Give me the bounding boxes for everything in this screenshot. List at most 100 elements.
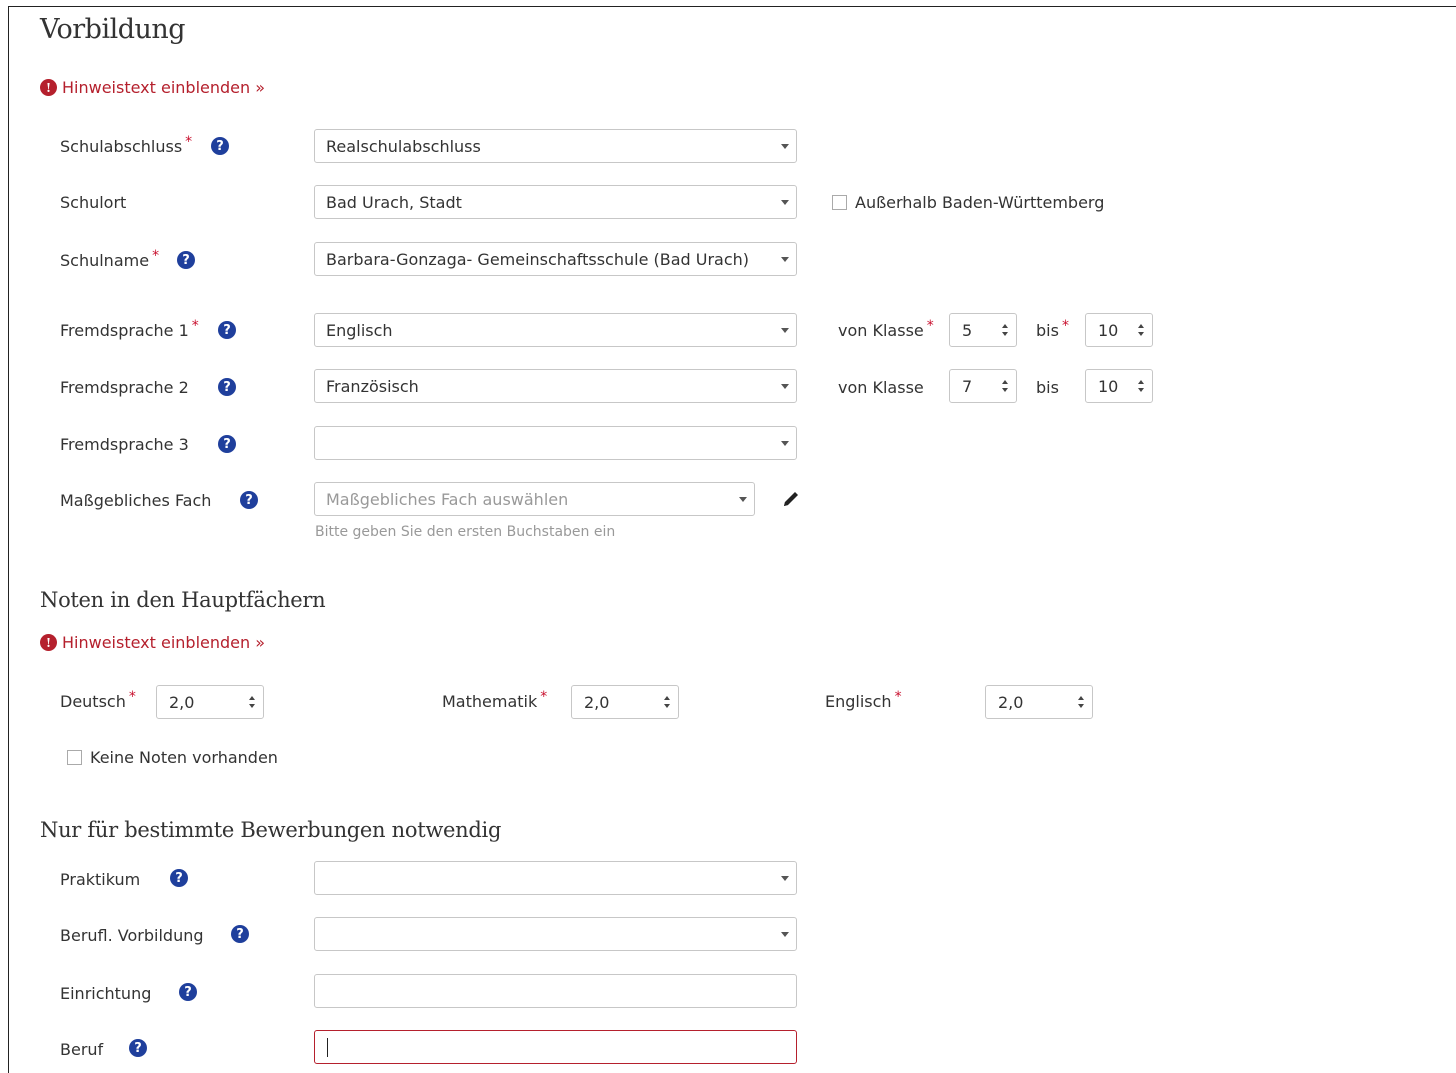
required-star: *: [128, 688, 136, 705]
question-circle-icon[interactable]: ?: [218, 435, 236, 453]
spinner-arrows-icon[interactable]: [1002, 324, 1008, 336]
label-text: bis: [1036, 321, 1059, 340]
chevron-down-icon: [739, 496, 747, 502]
chevron-down-icon: [781, 931, 789, 937]
required-star: *: [540, 688, 548, 705]
label-einrichtung: Einrichtung: [60, 984, 152, 1003]
label-von-klasse-2: von Klasse: [838, 378, 924, 397]
select-berufl-vorbildung[interactable]: [314, 917, 797, 951]
input-einrichtung[interactable]: [314, 974, 797, 1008]
checkbox-box[interactable]: [67, 750, 82, 765]
spinner-value: 2,0: [998, 692, 1024, 712]
hint-link-text: Hinweistext einblenden »: [62, 78, 266, 97]
exclamation-circle-icon: !: [40, 79, 57, 96]
question-circle-icon[interactable]: ?: [129, 1039, 147, 1057]
label-text: Mathematik: [442, 692, 538, 711]
checkbox-ausserhalb-bw[interactable]: Außerhalb Baden-Württemberg: [832, 193, 1104, 212]
spinner-value: 2,0: [169, 692, 195, 712]
checkbox-label: Keine Noten vorhanden: [90, 748, 278, 767]
spinner-arrows-icon[interactable]: [249, 696, 255, 708]
label-praktikum: Praktikum: [60, 870, 141, 889]
spinner-bis-klasse-2[interactable]: 10: [1085, 369, 1153, 403]
spinner-value: 5: [962, 320, 973, 340]
spinner-deutsch[interactable]: 2,0: [156, 685, 264, 719]
label-beruf: Beruf: [60, 1040, 104, 1059]
checkbox-box[interactable]: [832, 195, 847, 210]
fach-help-note: Bitte geben Sie den ersten Buchstaben ei…: [315, 524, 616, 540]
spinner-von-klasse-1[interactable]: 5: [949, 313, 1017, 347]
label-text: von Klasse: [838, 321, 924, 340]
select-fremdsprache-1[interactable]: Englisch: [314, 313, 797, 347]
spinner-arrows-icon[interactable]: [1138, 324, 1144, 336]
spinner-arrows-icon[interactable]: [1138, 380, 1144, 392]
spinner-mathematik[interactable]: 2,0: [571, 685, 679, 719]
input-beruf[interactable]: [314, 1030, 797, 1064]
label-deutsch: Deutsch *: [60, 688, 136, 712]
chevron-down-icon: [781, 256, 789, 262]
label-bis-2: bis: [1036, 378, 1059, 397]
required-star: *: [152, 247, 160, 264]
spinner-value: 10: [1098, 376, 1119, 396]
text-cursor: [327, 1038, 328, 1057]
question-circle-icon[interactable]: ?: [218, 321, 236, 339]
select-value: Englisch: [326, 320, 393, 340]
spinner-bis-klasse-1[interactable]: 10: [1085, 313, 1153, 347]
label-von-klasse-1: von Klasse *: [838, 317, 934, 341]
label-massgebliches-fach: Maßgebliches Fach: [60, 491, 212, 510]
form-frame: [8, 6, 1456, 1073]
question-circle-icon[interactable]: ?: [218, 378, 236, 396]
hint-toggle-vorbildung[interactable]: ! Hinweistext einblenden »: [40, 78, 265, 97]
label-fremdsprache-2: Fremdsprache 2: [60, 378, 189, 397]
select-schulabschluss[interactable]: Realschulabschluss: [314, 129, 797, 163]
select-schulname[interactable]: Barbara-Gonzaga- Gemeinschaftsschule (Ba…: [314, 242, 797, 276]
select-praktikum[interactable]: [314, 861, 797, 895]
select-massgebliches-fach[interactable]: Maßgebliches Fach auswählen: [314, 482, 755, 516]
chevron-down-icon: [781, 143, 789, 149]
question-circle-icon[interactable]: ?: [177, 251, 195, 269]
label-text: Schulname: [60, 251, 150, 270]
spinner-arrows-icon[interactable]: [664, 696, 670, 708]
hint-toggle-noten[interactable]: ! Hinweistext einblenden »: [40, 633, 265, 652]
question-circle-icon[interactable]: ?: [240, 491, 258, 509]
section-title-bewerbungen: Nur für bestimmte Bewerbungen notwendig: [40, 818, 502, 842]
label-fremdsprache-3: Fremdsprache 3: [60, 435, 189, 454]
label-fremdsprache-1: Fremdsprache 1 *: [60, 317, 199, 341]
spinner-englisch[interactable]: 2,0: [985, 685, 1093, 719]
question-circle-icon[interactable]: ?: [179, 983, 197, 1001]
hint-link-text: Hinweistext einblenden »: [62, 633, 266, 652]
label-berufl-vorbildung: Berufl. Vorbildung: [60, 926, 204, 945]
section-title-vorbildung: Vorbildung: [40, 14, 186, 45]
label-englisch: Englisch *: [825, 688, 902, 712]
label-text: Deutsch: [60, 692, 126, 711]
chevron-down-icon: [781, 383, 789, 389]
label-text: Schulabschluss: [60, 137, 183, 156]
chevron-down-icon: [781, 875, 789, 881]
question-circle-icon[interactable]: ?: [211, 137, 229, 155]
question-circle-icon[interactable]: ?: [170, 869, 188, 887]
required-star: *: [185, 133, 193, 150]
checkbox-keine-noten[interactable]: Keine Noten vorhanden: [67, 748, 278, 767]
select-value: Französisch: [326, 376, 419, 396]
select-schulort[interactable]: Bad Urach, Stadt: [314, 185, 797, 219]
spinner-von-klasse-2[interactable]: 7: [949, 369, 1017, 403]
select-value: Barbara-Gonzaga- Gemeinschaftsschule (Ba…: [326, 249, 750, 269]
select-placeholder: Maßgebliches Fach auswählen: [326, 489, 569, 509]
required-star: *: [1061, 317, 1069, 334]
section-title-noten: Noten in den Hauptfächern: [40, 588, 326, 612]
spinner-value: 2,0: [584, 692, 610, 712]
select-fremdsprache-3[interactable]: [314, 426, 797, 460]
label-bis-1: bis *: [1036, 317, 1069, 341]
question-circle-icon[interactable]: ?: [231, 925, 249, 943]
required-star: *: [926, 317, 934, 334]
label-schulname: Schulname *: [60, 247, 160, 271]
chevron-down-icon: [781, 199, 789, 205]
select-value: Bad Urach, Stadt: [326, 192, 462, 212]
label-text: Englisch: [825, 692, 892, 711]
chevron-down-icon: [781, 327, 789, 333]
required-star: *: [191, 317, 199, 334]
pencil-icon[interactable]: [781, 489, 801, 509]
required-star: *: [894, 688, 902, 705]
select-fremdsprache-2[interactable]: Französisch: [314, 369, 797, 403]
spinner-arrows-icon[interactable]: [1078, 696, 1084, 708]
spinner-arrows-icon[interactable]: [1002, 380, 1008, 392]
